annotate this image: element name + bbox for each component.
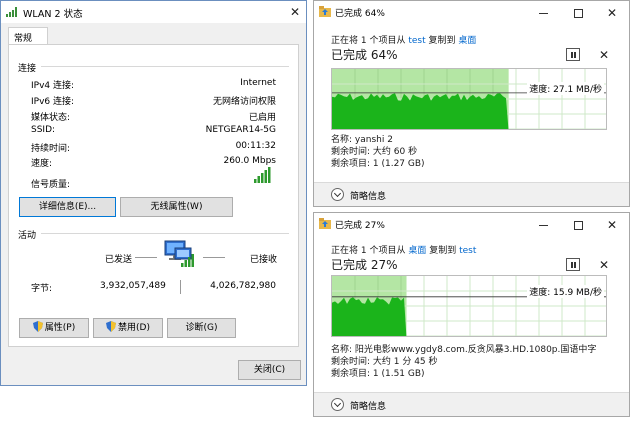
copy2-items-remaining: 剩余项目: 1 (1.51 GB) (331, 369, 425, 379)
copy1-speed-graph: 速度: 27.1 MB/秒 (331, 68, 607, 130)
copy2-percent-text: 已完成 27% (331, 258, 398, 272)
copy-folder-icon (319, 6, 331, 17)
general-panel: 连接 IPv4 连接: Internet IPv6 连接: 无网络访问权限 媒体… (8, 44, 299, 347)
sent-label: 已发送 (105, 255, 133, 265)
chevron-down-icon[interactable] (331, 188, 344, 201)
copy1-description: 正在将 1 个项目从 test 复制到 桌面 (331, 33, 476, 46)
disable-button-label: 禁用(D) (118, 323, 150, 333)
received-line (203, 257, 225, 258)
media-state-value: 已启用 (248, 113, 276, 123)
diagnose-button[interactable]: 诊断(G) (167, 318, 236, 338)
maximize-icon[interactable] (574, 9, 583, 18)
uac-shield-icon (32, 321, 43, 332)
copy2-footer: 简略信息 (314, 392, 629, 416)
received-bytes-value: 4,026,782,980 (210, 281, 276, 291)
duration-label: 持续时间: (31, 144, 71, 154)
details-button[interactable]: 详细信息(E)... (19, 197, 116, 217)
minimize-icon[interactable] (539, 13, 548, 14)
signal-quality-label: 信号质量: (31, 180, 71, 190)
copy2-description: 正在将 1 个项目从 桌面 复制到 test (331, 243, 476, 256)
wifi-signal-icon (6, 7, 17, 17)
uac-shield-icon (106, 321, 117, 332)
ipv6-label: IPv6 连接: (31, 97, 75, 107)
copy2-line-mid: 复制到 (429, 246, 457, 256)
copy-progress-window-2: 已完成 27% ✕ 正在将 1 个项目从 桌面 复制到 test 已完成 27%… (313, 212, 630, 417)
speed-value: 260.0 Mbps (223, 156, 276, 166)
copy-folder-icon (319, 218, 331, 229)
duration-value: 00:11:32 (235, 141, 276, 151)
network-computers-icon (164, 240, 194, 267)
speed-area (332, 297, 407, 336)
wlan-window-title: WLAN 2 状态 (23, 9, 83, 20)
tab-general[interactable]: 常规 (8, 27, 48, 45)
maximize-icon[interactable] (574, 221, 583, 230)
copy1-fewer-details[interactable]: 简略信息 (350, 189, 386, 202)
activity-divider (41, 233, 289, 234)
sent-line (135, 257, 157, 258)
close-button[interactable]: 关闭(C) (238, 360, 301, 380)
received-label: 已接收 (250, 255, 278, 265)
signal-strength-icon (254, 167, 271, 183)
copy1-close-icon[interactable]: ✕ (607, 7, 617, 19)
minimize-icon[interactable] (539, 225, 548, 226)
bytes-label: 字节: (31, 284, 53, 294)
chevron-down-icon[interactable] (331, 398, 344, 411)
ipv6-value: 无网络访问权限 (212, 97, 276, 107)
wireless-properties-button[interactable]: 无线属性(W) (120, 197, 233, 217)
copy1-percent-text: 已完成 64% (331, 48, 398, 62)
ssid-label: SSID: (31, 125, 56, 135)
properties-button-label: 属性(P) (44, 323, 76, 333)
copy1-line-mid: 复制到 (428, 36, 456, 46)
properties-button[interactable]: 属性(P) (19, 318, 89, 338)
copy-progress-window-1: 已完成 64% ✕ 正在将 1 个项目从 test 复制到 桌面 已完成 64%… (313, 0, 630, 207)
copy2-source-link[interactable]: 桌面 (408, 246, 426, 256)
connection-divider (41, 66, 289, 67)
copy1-pause-button[interactable] (566, 48, 580, 61)
ipv4-label: IPv4 连接: (31, 81, 75, 91)
sent-bytes-value: 3,932,057,489 (100, 281, 166, 291)
copy1-source-link[interactable]: test (408, 36, 425, 46)
copy1-window-title: 已完成 64% (335, 9, 385, 19)
media-state-label: 媒体状态: (31, 113, 71, 123)
copy1-graph-svg (332, 69, 606, 129)
copy2-pause-button[interactable] (566, 258, 580, 271)
copy1-line-prefix: 正在将 1 个项目从 (331, 36, 406, 46)
copy2-speed-graph: 速度: 15.9 MB/秒 (331, 275, 607, 337)
ssid-value: NETGEAR14-5G (205, 125, 276, 135)
copy2-line-prefix: 正在将 1 个项目从 (331, 246, 406, 256)
copy2-cancel-icon[interactable]: ✕ (599, 259, 609, 271)
bytes-divider (180, 280, 181, 294)
ipv4-value: Internet (240, 78, 276, 88)
copy2-window-title: 已完成 27% (335, 221, 385, 231)
wlan-titlebar: WLAN 2 状态 ✕ (1, 1, 306, 23)
wlan-status-window: WLAN 2 状态 ✕ 常规 连接 IPv4 连接: Internet IPv6… (0, 0, 307, 386)
activity-heading: 活动 (18, 231, 37, 241)
copy1-dest-link[interactable]: 桌面 (458, 36, 476, 46)
speed-label: 速度: (31, 159, 53, 169)
disable-button[interactable]: 禁用(D) (93, 318, 163, 338)
connection-heading: 连接 (18, 64, 37, 74)
copy2-dest-link[interactable]: test (459, 246, 476, 256)
copy1-footer: 简略信息 (314, 182, 629, 206)
copy2-speed-text: 速度: 15.9 MB/秒 (527, 285, 604, 298)
copy1-speed-text: 速度: 27.1 MB/秒 (527, 82, 604, 95)
copy2-close-icon[interactable]: ✕ (607, 219, 617, 231)
copy2-fewer-details[interactable]: 简略信息 (350, 399, 386, 412)
copy1-items-remaining: 剩余项目: 1 (1.27 GB) (331, 159, 425, 169)
wlan-close-icon[interactable]: ✕ (290, 6, 300, 18)
copy1-cancel-icon[interactable]: ✕ (599, 49, 609, 61)
